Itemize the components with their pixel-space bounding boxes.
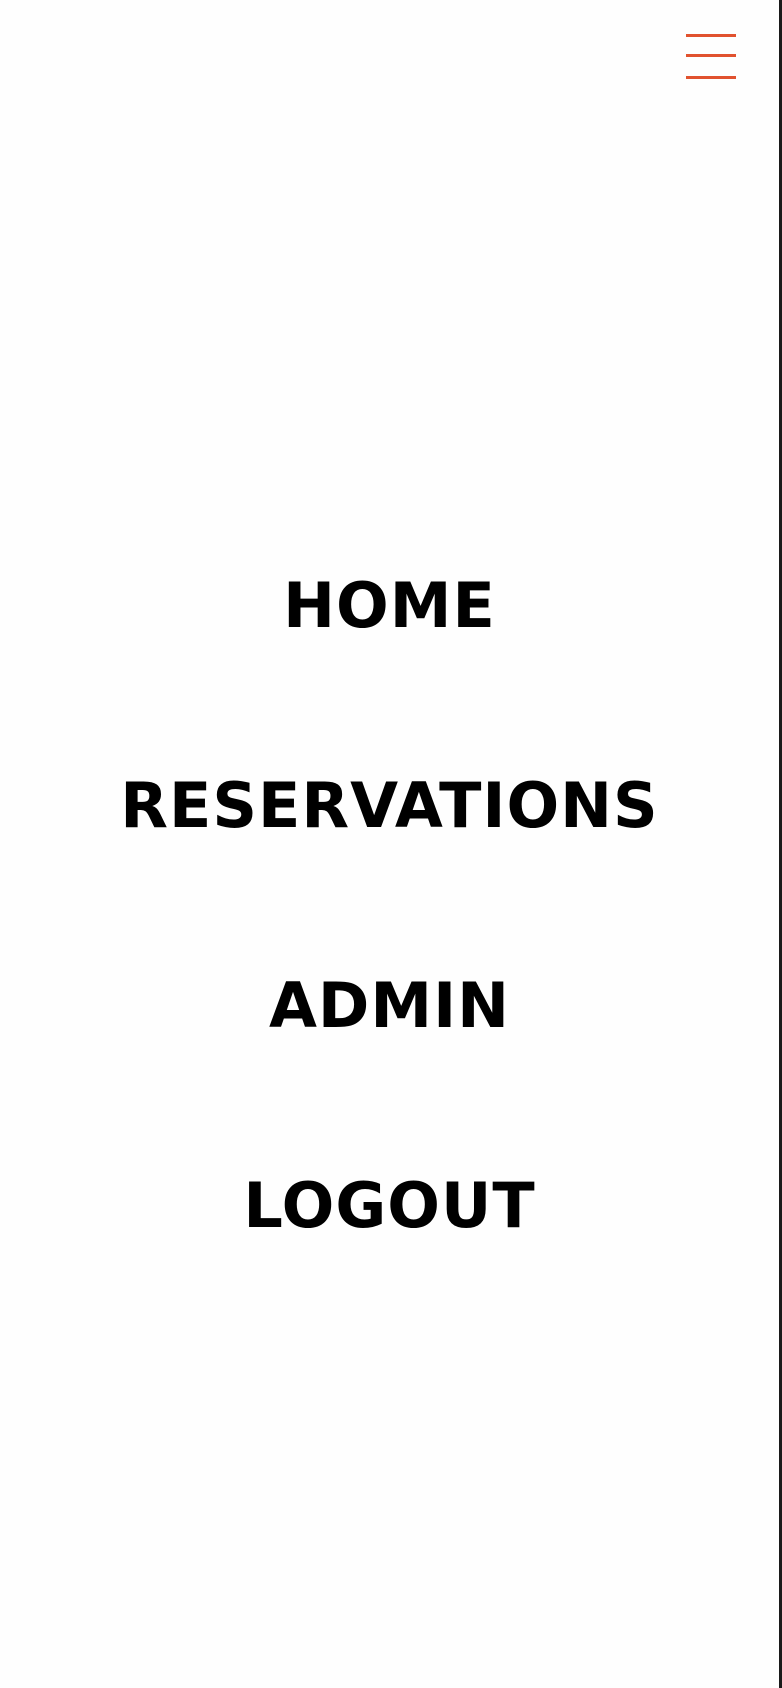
navigation-drawer: HOME RESERVATIONS ADMIN LOGOUT <box>0 0 782 1688</box>
nav-link-logout[interactable]: LOGOUT <box>0 1166 779 1246</box>
menu-icon-bar <box>686 34 736 37</box>
nav-link-reservations[interactable]: RESERVATIONS <box>0 766 779 846</box>
hamburger-menu-icon[interactable] <box>686 34 736 80</box>
nav-link-home[interactable]: HOME <box>0 566 779 646</box>
menu-icon-bar <box>686 54 736 57</box>
nav-link-admin[interactable]: ADMIN <box>0 966 779 1046</box>
menu-icon-bar <box>686 76 736 79</box>
